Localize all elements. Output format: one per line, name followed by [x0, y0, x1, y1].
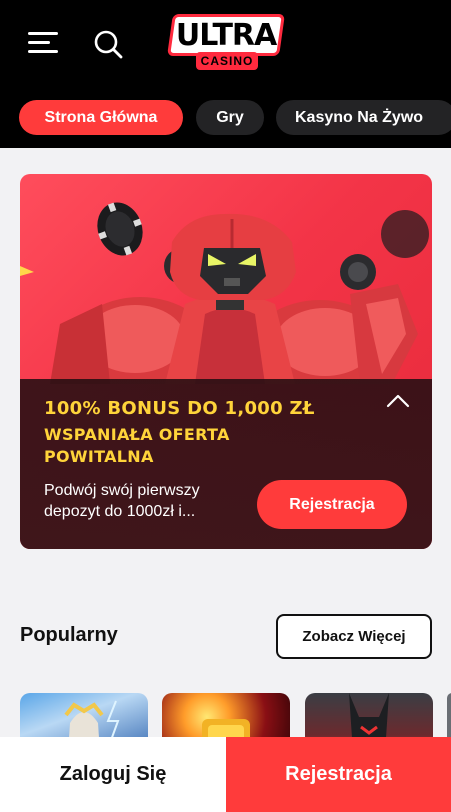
top-header: ULTRA CASINO	[0, 0, 451, 88]
tab-games[interactable]: Gry	[196, 100, 264, 135]
hamburger-menu-icon[interactable]	[28, 30, 60, 56]
logo-text: ULTRA	[175, 17, 277, 53]
category-tabs: Strona Główna Gry Kasyno Na Żywo	[0, 88, 451, 148]
tab-home[interactable]: Strona Główna	[19, 100, 183, 135]
section-title-popular: Popularny	[20, 624, 118, 646]
promo-banner[interactable]: 100% BONUS DO 1,000 ZŁ WSPANIAŁA OFERTA …	[20, 174, 432, 549]
login-button[interactable]: Zaloguj Się	[0, 737, 226, 812]
ultra-casino-logo[interactable]: ULTRA CASINO	[167, 14, 285, 72]
promo-subheadline: WSPANIAŁA OFERTA POWITALNA	[44, 425, 230, 466]
tab-live-casino[interactable]: Kasyno Na Żywo	[276, 100, 451, 135]
robot-illustration	[20, 202, 429, 384]
chevron-up-icon[interactable]	[386, 392, 410, 408]
register-button[interactable]: Rejestracja	[226, 737, 451, 812]
promo-headline: 100% BONUS DO 1,000 ZŁ	[44, 398, 315, 419]
see-more-button[interactable]: Zobacz Więcej	[276, 614, 432, 659]
search-icon[interactable]	[93, 29, 123, 59]
bottom-action-bar: Zaloguj Się Rejestracja	[0, 737, 451, 812]
promo-description: Podwój swój pierwszy depozyt do 1000zł i…	[44, 482, 200, 520]
logo-subtext: CASINO	[196, 52, 258, 70]
promo-register-button[interactable]: Rejestracja	[257, 480, 407, 529]
